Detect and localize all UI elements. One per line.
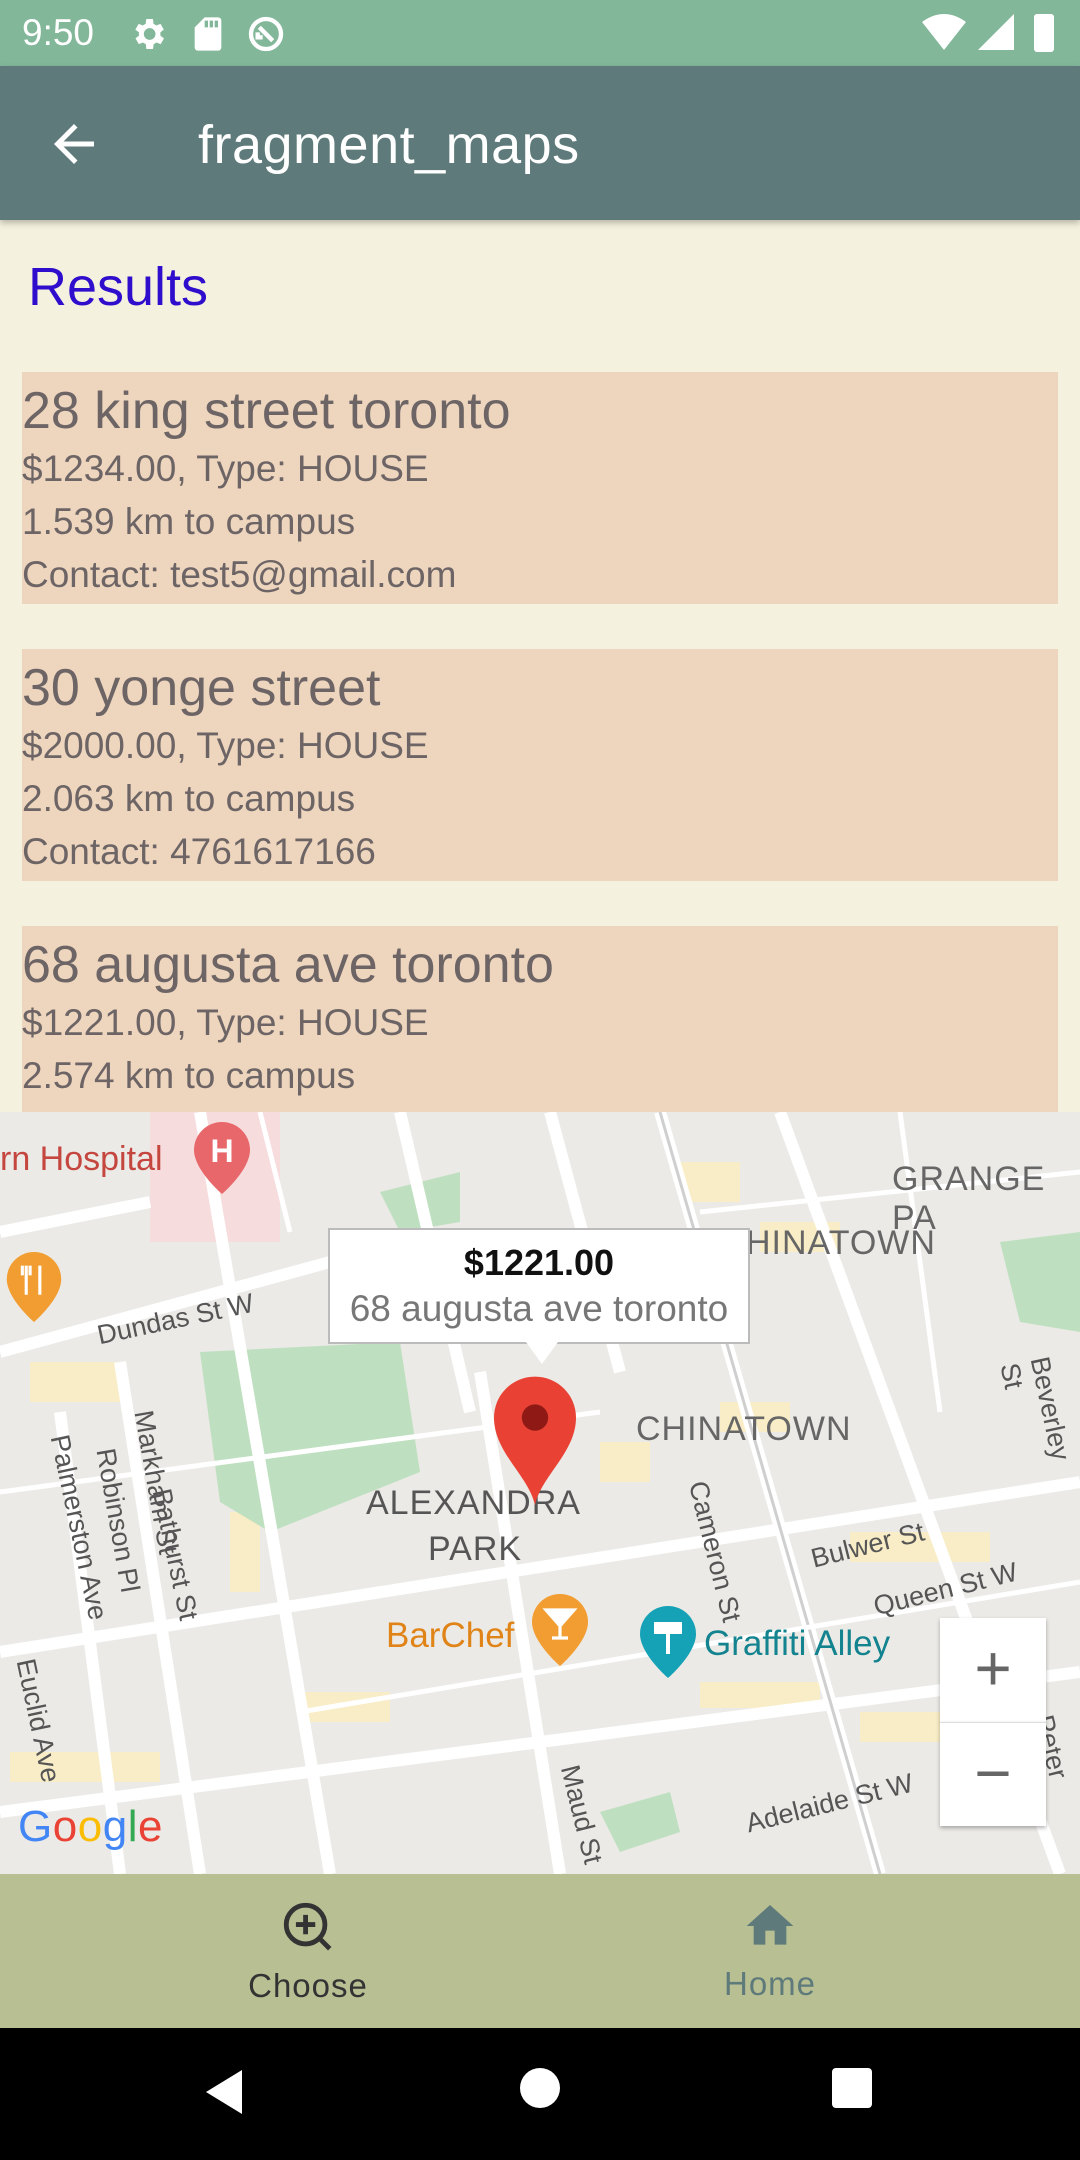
nav-home[interactable]: Home [620, 1898, 920, 2003]
list-item[interactable]: 28 king street toronto $1234.00, Type: H… [22, 372, 1058, 604]
add-search-icon [283, 1902, 332, 1951]
back-triangle-icon[interactable] [200, 2066, 246, 2118]
listing-price-type: $1234.00, Type: HOUSE [22, 448, 429, 489]
list-item[interactable]: 68 augusta ave toronto $1221.00, Type: H… [22, 926, 1058, 1112]
nav-choose[interactable]: Choose [158, 1898, 458, 2005]
location-marker-icon[interactable] [494, 1376, 576, 1506]
listing-contact: Contact: test5@gmail.com [22, 554, 457, 595]
home-circle-icon[interactable] [518, 2066, 562, 2110]
info-window-place: 68 augusta ave toronto [349, 1288, 729, 1329]
listing-price-type: $2000.00, Type: HOUSE [22, 725, 429, 766]
bottom-navigation: Choose Home [0, 1874, 1080, 2028]
hospital-pin-icon[interactable]: H [194, 1122, 250, 1194]
system-status-icons [922, 14, 1054, 52]
info-window-price: $1221.00 [463, 1242, 615, 1283]
listing-price-type: $1221.00, Type: HOUSE [22, 1002, 429, 1043]
listing-distance: 1.539 km to campus [22, 501, 356, 542]
sync-icon [248, 16, 284, 52]
app-bar: fragment_maps [0, 66, 1080, 220]
chinatown-top-label: HINATOWN [746, 1224, 936, 1262]
system-navigation-bar [0, 2028, 1080, 2160]
hospital-label: rn Hospital [0, 1140, 163, 1178]
bar-pin-icon[interactable] [532, 1594, 588, 1666]
results-heading: Results [28, 257, 209, 317]
settings-icon [135, 19, 164, 49]
nav-home-label: Home [723, 1965, 817, 2002]
park-label: PARK [428, 1530, 523, 1568]
attraction-pin-icon[interactable] [640, 1606, 696, 1678]
nav-choose-label: Choose [248, 1967, 368, 2004]
zoom-out-button[interactable]: − [940, 1722, 1046, 1826]
list-item[interactable]: 30 yonge street $2000.00, Type: HOUSE 2.… [22, 649, 1058, 881]
listing-address: 28 king street toronto [22, 382, 511, 440]
battery-icon [1034, 14, 1054, 52]
signal-icon [978, 14, 1014, 50]
listing-distance: 2.063 km to campus [22, 778, 356, 819]
page-title: fragment_maps [198, 115, 580, 175]
listing-address: 30 yonge street [22, 659, 381, 717]
graffiti-alley-label[interactable]: Graffiti Alley [704, 1624, 890, 1664]
chinatown-label: CHINATOWN [636, 1410, 852, 1448]
map-view[interactable]: rn Hospital H GRANGE PA HINATOWN CHINATO… [0, 1112, 1080, 1874]
recents-square-icon[interactable] [830, 2066, 874, 2110]
status-bar: 9:50 [0, 0, 1080, 66]
home-icon [746, 1905, 794, 1945]
zoom-in-button[interactable]: + [940, 1618, 1046, 1722]
restaurant-pin-icon[interactable] [6, 1252, 62, 1322]
listing-contact: Contact: 4761617166 [22, 831, 376, 872]
info-window-tip [526, 1342, 558, 1364]
listing-distance: 2.574 km to campus [22, 1055, 356, 1096]
google-logo: Google [18, 1802, 163, 1851]
sd-card-icon [194, 17, 222, 51]
barchef-label[interactable]: BarChef [386, 1616, 514, 1656]
wifi-icon [922, 14, 966, 50]
marker-info-window[interactable]: $1221.00 68 augusta ave toronto [328, 1228, 750, 1364]
back-arrow-icon[interactable] [44, 114, 104, 174]
results-list[interactable]: 28 king street toronto $1234.00, Type: H… [22, 372, 1058, 1112]
status-time: 9:50 [22, 12, 95, 53]
svg-text:H: H [210, 1133, 233, 1169]
listing-address: 68 augusta ave toronto [22, 936, 554, 994]
